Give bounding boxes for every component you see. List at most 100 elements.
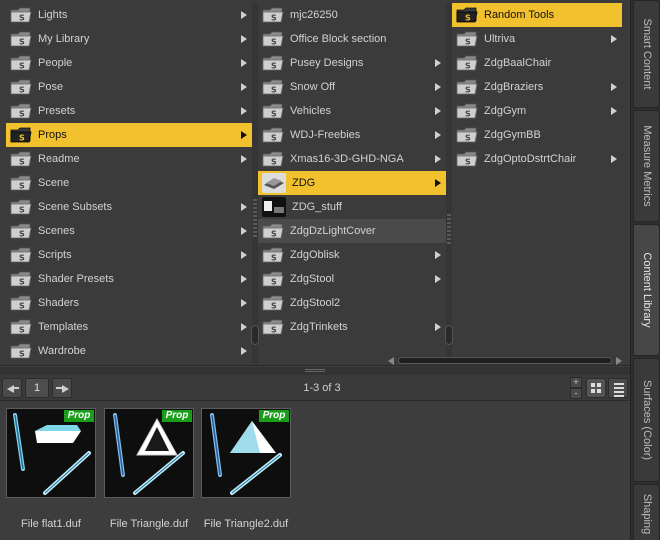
folder-item[interactable]: S WDJ-Freebies [258, 123, 446, 147]
folder-item[interactable]: S ZdgOblisk [258, 243, 446, 267]
folder-icon: S [10, 223, 32, 239]
folder-item-label: mjc26250 [290, 9, 338, 21]
folder-item-label: Lights [38, 9, 68, 21]
folder-item[interactable]: S Random Tools [452, 3, 622, 27]
folder-item-label: Scene Subsets [38, 201, 112, 213]
grid-view-button[interactable] [586, 378, 606, 398]
folder-column-3: S Random Tools S Ultriva S ZdgBaalChair S ZdgBr… [452, 3, 622, 363]
expand-arrow-icon[interactable] [435, 59, 441, 67]
folder-item[interactable]: S Office Block section [258, 27, 446, 51]
scroll-left-arrow-icon[interactable] [388, 357, 394, 365]
folder-item[interactable]: S Readme [6, 147, 252, 171]
result-tile[interactable]: Prop File Triangle2.duf [201, 408, 291, 530]
folder-icon: S [10, 271, 32, 287]
svg-text:S: S [271, 38, 277, 47]
expand-arrow-icon[interactable] [435, 251, 441, 259]
folder-item[interactable]: Smjc26250 [258, 3, 446, 27]
folder-item[interactable]: ZDG [258, 171, 446, 195]
folder-item[interactable]: S Pusey Designs [258, 51, 446, 75]
folder-item[interactable]: S Scenes [6, 219, 252, 243]
folder-item[interactable]: S Vehicles [258, 99, 446, 123]
expand-arrow-icon[interactable] [435, 179, 441, 187]
folder-item-label: ZdgTrinkets [290, 321, 348, 333]
svg-text:S: S [465, 134, 471, 143]
expand-arrow-icon[interactable] [241, 203, 247, 211]
folder-item[interactable]: S People [6, 51, 252, 75]
expand-arrow-icon[interactable] [241, 275, 247, 283]
folder-item[interactable]: S ZdgStool2 [258, 291, 446, 315]
pane-splitter[interactable] [0, 367, 630, 375]
folder-item[interactable]: S Ultriva [452, 27, 622, 51]
svg-text:S: S [19, 14, 25, 23]
expand-arrow-icon[interactable] [435, 323, 441, 331]
result-tile[interactable]: Prop File Triangle.duf [104, 408, 194, 530]
expand-arrow-icon[interactable] [611, 107, 617, 115]
expand-arrow-icon[interactable] [611, 83, 617, 91]
folder-item[interactable]: S Pose [6, 75, 252, 99]
expand-arrow-icon[interactable] [241, 107, 247, 115]
expand-arrow-icon[interactable] [435, 107, 441, 115]
folder-item[interactable]: S Scripts [6, 243, 252, 267]
folder-item[interactable]: S Shaders [6, 291, 252, 315]
folder-item[interactable]: S Presets [6, 99, 252, 123]
folder-item-label: Pose [38, 81, 64, 93]
horizontal-scrollbar[interactable] [398, 357, 612, 364]
svg-text:S: S [271, 14, 277, 23]
folder-item[interactable]: S Props [6, 123, 252, 147]
result-thumbnail[interactable]: Prop [104, 408, 194, 498]
folder-item[interactable]: S ZdgStool [258, 267, 446, 291]
expand-arrow-icon[interactable] [241, 155, 247, 163]
folder-item[interactable]: S Shader Presets [6, 267, 252, 291]
tab-shaping[interactable]: Shaping [633, 484, 660, 540]
folder-item-label: Shaders [38, 297, 79, 309]
expand-arrow-icon[interactable] [435, 275, 441, 283]
expand-arrow-icon[interactable] [241, 347, 247, 355]
list-view-button[interactable] [608, 378, 628, 398]
tab-content-library[interactable]: Content Library [633, 224, 660, 356]
folder-item[interactable]: S Xmas16-3D-GHD-NGA [258, 147, 446, 171]
expand-arrow-icon[interactable] [241, 299, 247, 307]
folder-icon: S [456, 151, 478, 167]
tab-measure-metrics[interactable]: Measure Metrics [633, 110, 660, 222]
folder-item[interactable]: ZDG_stuff [258, 195, 446, 219]
expand-arrow-icon[interactable] [241, 227, 247, 235]
folder-icon: S [262, 127, 284, 143]
folder-item[interactable]: S ZdgBraziers [452, 75, 622, 99]
folder-item[interactable]: S Lights [6, 3, 252, 27]
folder-item[interactable]: S Wardrobe [6, 339, 252, 363]
tab-smart-content[interactable]: Smart Content [633, 0, 660, 108]
svg-text:S: S [19, 38, 25, 47]
folder-item[interactable]: S ZdgOptoDstrtChair [452, 147, 622, 171]
zoom-in-button[interactable]: + [570, 377, 582, 388]
expand-arrow-icon[interactable] [241, 83, 247, 91]
result-thumbnail[interactable]: Prop [6, 408, 96, 498]
folder-item[interactable]: S Scene [6, 171, 252, 195]
folder-item[interactable]: S Snow Off [258, 75, 446, 99]
expand-arrow-icon[interactable] [241, 35, 247, 43]
expand-arrow-icon[interactable] [241, 251, 247, 259]
folder-item[interactable]: S ZdgDzLightCover [258, 219, 446, 243]
folder-item[interactable]: S Templates [6, 315, 252, 339]
expand-arrow-icon[interactable] [435, 155, 441, 163]
expand-arrow-icon[interactable] [241, 323, 247, 331]
expand-arrow-icon[interactable] [435, 83, 441, 91]
expand-arrow-icon[interactable] [611, 155, 617, 163]
scroll-right-arrow-icon[interactable] [616, 357, 622, 365]
expand-arrow-icon[interactable] [241, 11, 247, 19]
svg-text:S: S [465, 110, 471, 119]
folder-item[interactable]: S Scene Subsets [6, 195, 252, 219]
folder-item[interactable]: S ZdgBaalChair [452, 51, 622, 75]
expand-arrow-icon[interactable] [435, 131, 441, 139]
folder-item[interactable]: S ZdgGym [452, 99, 622, 123]
folder-item[interactable]: S ZdgGymBB [452, 123, 622, 147]
folder-item[interactable]: S My Library [6, 27, 252, 51]
expand-arrow-icon[interactable] [241, 59, 247, 67]
expand-arrow-icon[interactable] [241, 131, 247, 139]
zoom-out-button[interactable]: - [570, 388, 582, 399]
expand-arrow-icon[interactable] [611, 35, 617, 43]
result-thumbnail[interactable]: Prop [201, 408, 291, 498]
result-tile[interactable]: Prop File flat1.duf [6, 408, 96, 530]
folder-item[interactable]: S ZdgTrinkets [258, 315, 446, 339]
result-name: File flat1.duf [21, 518, 81, 530]
tab-surfaces-color[interactable]: Surfaces (Color) [633, 358, 660, 482]
